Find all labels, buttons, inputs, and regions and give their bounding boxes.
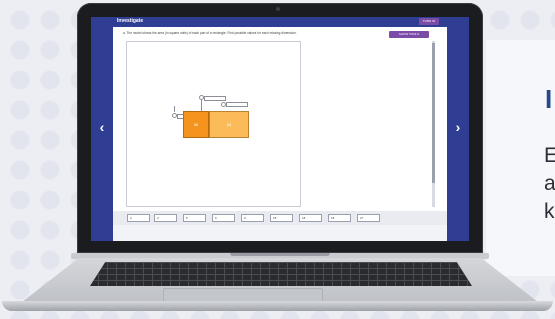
left-gutter: ‹ — [91, 17, 113, 241]
promo-title: I — [545, 84, 553, 114]
area-rectangle: 36 — [183, 111, 209, 138]
answer-chip[interactable]: 5 — [183, 214, 206, 222]
answer-chip[interactable]: 18 — [328, 214, 351, 222]
dimension-leader — [201, 99, 202, 111]
answer-chip[interactable]: 18 — [299, 214, 322, 222]
app-window: Investigate TURN IN a. The model shows t… — [113, 17, 447, 241]
answer-chip[interactable]: 27 — [357, 214, 380, 222]
answer-chip[interactable]: 9 — [241, 214, 264, 222]
app-header: Investigate TURN IN — [113, 17, 447, 27]
question-prompt: a. The model shows the area (in square u… — [123, 31, 297, 35]
app-footer — [113, 225, 447, 241]
laptop-hinge — [230, 253, 330, 256]
scrollbar-thumb[interactable] — [432, 43, 435, 183]
answer-chip[interactable]: 6 — [212, 214, 235, 222]
width-input[interactable] — [204, 96, 226, 101]
chevron-right-icon[interactable]: › — [452, 119, 464, 135]
trackpad — [163, 288, 323, 302]
laptop-lid: ‹ › Investigate TURN IN a. The model sho… — [77, 3, 483, 253]
dimension-leader — [174, 106, 175, 112]
keyboard — [90, 262, 472, 286]
answer-chip[interactable]: 18 — [270, 214, 293, 222]
laptop-screen: ‹ › Investigate TURN IN a. The model sho… — [91, 17, 469, 241]
area-rectangle: 54 — [209, 111, 249, 138]
answer-chip[interactable]: 3 — [154, 214, 177, 222]
laptop-base-edge — [2, 301, 553, 311]
show-tools-button[interactable]: SHOW TOOLS — [389, 31, 429, 38]
turn-in-button[interactable]: TURN IN — [418, 18, 439, 25]
scrollbar[interactable] — [432, 41, 435, 207]
chevron-left-icon[interactable]: ‹ — [96, 119, 108, 135]
page-title: Investigate — [117, 18, 144, 24]
answer-chip[interactable]: 2 — [127, 214, 150, 222]
right-gutter: › — [447, 17, 469, 241]
promo-text: E a k — [544, 144, 555, 223]
answer-chip-bar: 2 3 5 6 9 18 18 18 27 — [113, 211, 447, 225]
webcam — [276, 7, 280, 11]
width-input[interactable] — [226, 102, 248, 107]
